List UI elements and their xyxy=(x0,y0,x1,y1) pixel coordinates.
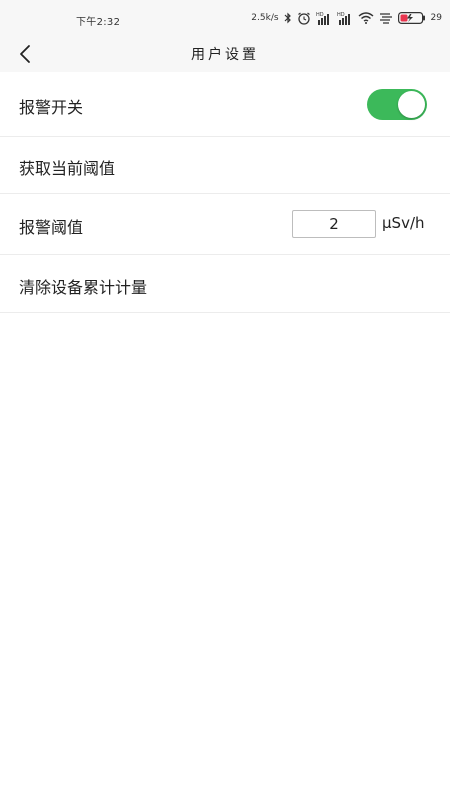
signal-hd-icon: HD xyxy=(316,11,332,25)
alarm-switch-row: 报警开关 xyxy=(0,72,450,137)
network-speed: 2.5k/s xyxy=(251,13,279,23)
clear-dose-label: 清除设备累计计量 xyxy=(19,278,148,297)
alarm-threshold-row: 报警阈值 μSv/h xyxy=(0,194,450,255)
clear-dose-row[interactable]: 清除设备累计计量 xyxy=(0,255,450,313)
threshold-unit: μSv/h xyxy=(382,214,425,232)
battery-charging-icon xyxy=(397,12,426,24)
alarm-switch-toggle[interactable] xyxy=(367,89,427,120)
signal-hd-icon: HD xyxy=(337,11,353,25)
get-threshold-label: 获取当前阈值 xyxy=(19,159,116,178)
status-bar: 下午2:32 2.5k/s HD HD 29 xyxy=(0,0,450,36)
alarm-threshold-label: 报警阈值 xyxy=(19,218,84,237)
page-title: 用户设置 xyxy=(191,47,259,63)
settings-list: 报警开关 获取当前阈值 报警阈值 μSv/h 清除设备累计计量 xyxy=(0,72,450,313)
status-time: 下午2:32 xyxy=(76,17,121,28)
bluetooth-icon xyxy=(284,12,292,24)
battery-level: 29 xyxy=(430,13,442,23)
data-saver-icon xyxy=(379,12,393,24)
wifi-icon xyxy=(358,12,374,24)
svg-text:HD: HD xyxy=(316,12,324,18)
toggle-knob xyxy=(398,91,425,118)
alarm-switch-label: 报警开关 xyxy=(19,98,84,117)
get-threshold-row[interactable]: 获取当前阈值 xyxy=(0,137,450,194)
screen: 下午2:32 2.5k/s HD HD 29 用户设置 报警开关 获取当前阈值 … xyxy=(0,0,450,800)
threshold-input[interactable] xyxy=(292,210,376,238)
svg-text:HD: HD xyxy=(337,12,345,18)
status-icons: 2.5k/s HD HD 29 xyxy=(251,9,442,27)
alarm-icon xyxy=(297,12,311,25)
title-bar: 用户设置 xyxy=(0,36,450,72)
